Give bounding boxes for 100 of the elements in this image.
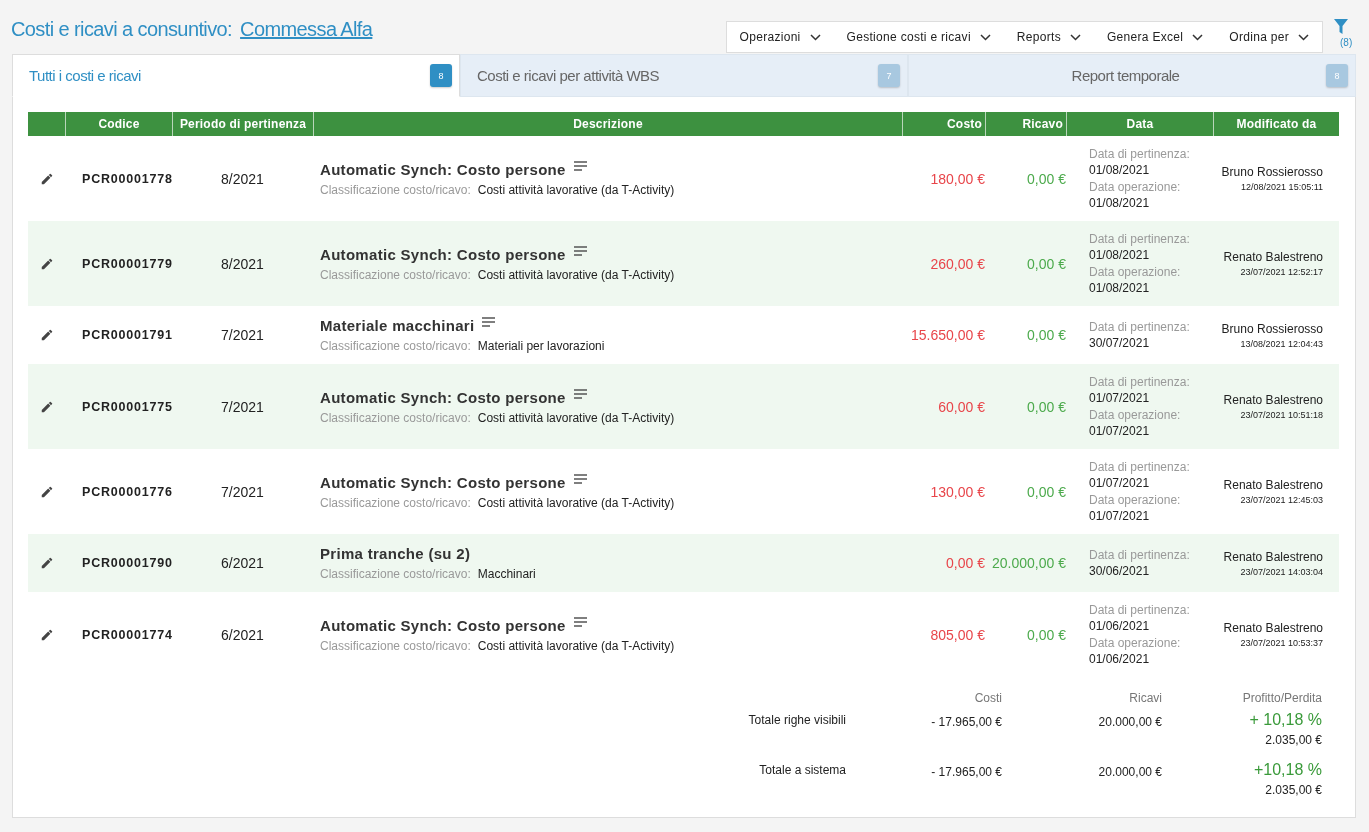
notes-icon[interactable] bbox=[573, 616, 587, 628]
column-header: Costo bbox=[902, 112, 985, 136]
totals-heading: Costi bbox=[973, 691, 1002, 705]
date-label: Data operazione: bbox=[1089, 408, 1181, 422]
chevron-down-icon bbox=[809, 33, 821, 41]
classification-value: Costi attività lavorative (da T-Activity) bbox=[477, 182, 675, 197]
user-name: Renato Balestreno bbox=[1223, 478, 1323, 492]
classification-value: Costi attività lavorative (da T-Activity) bbox=[477, 410, 675, 425]
date-value: 30/06/2021 bbox=[1089, 564, 1150, 578]
code-cell: PCR00001779 bbox=[65, 221, 172, 306]
period-cell: 7/2021 bbox=[172, 364, 313, 449]
chevron-down-icon bbox=[1192, 33, 1204, 41]
column-header: Modificato da bbox=[1213, 112, 1339, 136]
edit-column-header bbox=[28, 112, 65, 136]
menu-button[interactable]: Operazioni bbox=[726, 22, 834, 52]
description-title: Automatic Synch: Costo persone bbox=[320, 616, 566, 634]
date-value: 01/07/2021 bbox=[1089, 476, 1150, 490]
total-costs: - 17.965,00 € bbox=[930, 714, 1002, 731]
date-label: Data di pertinenza: bbox=[1089, 603, 1190, 617]
revenue-cell: 0,00 € bbox=[985, 364, 1066, 449]
profit-percent: +10,18 % bbox=[1252, 761, 1322, 779]
pencil-icon[interactable] bbox=[39, 399, 54, 414]
user-name: Bruno Rossierosso bbox=[1221, 165, 1323, 179]
modified-timestamp: 23/07/2021 14:03:04 bbox=[1240, 566, 1323, 577]
date-value: 01/08/2021 bbox=[1089, 196, 1150, 210]
revenue-cell: 20.000,00 € bbox=[985, 534, 1066, 592]
profit-amount: 2.035,00 € bbox=[1264, 782, 1322, 797]
classification-label: Classificazione costo/ricavo: bbox=[320, 339, 471, 353]
date-label: Data operazione: bbox=[1089, 636, 1181, 650]
cost-cell: 0,00 € bbox=[902, 534, 985, 592]
menu-button[interactable]: Ordina per bbox=[1216, 22, 1322, 52]
description-title: Materiale macchinari bbox=[320, 317, 475, 334]
menu-button[interactable]: Genera Excel bbox=[1094, 22, 1217, 52]
tab[interactable]: Tutti i costi e ricavi 8 bbox=[12, 54, 460, 97]
column-header: Ricavo bbox=[985, 112, 1066, 136]
date-label: Data di pertinenza: bbox=[1089, 548, 1190, 562]
modified-timestamp: 23/07/2021 10:53:37 bbox=[1240, 638, 1323, 648]
user-name: Renato Balestreno bbox=[1223, 250, 1323, 264]
pencil-icon[interactable] bbox=[39, 627, 54, 642]
totals-heading: Profitto/Perdita bbox=[1241, 691, 1322, 705]
chevron-down-icon bbox=[1298, 33, 1309, 41]
description-title: Automatic Synch: Costo persone bbox=[320, 160, 566, 178]
user-name: Renato Balestreno bbox=[1223, 393, 1323, 407]
totals-label: Totale a sistema bbox=[758, 762, 846, 779]
classification-value: Materiali per lavorazioni bbox=[477, 339, 605, 353]
date-value: 30/07/2021 bbox=[1089, 336, 1150, 350]
date-label: Data operazione: bbox=[1089, 265, 1181, 279]
notes-icon[interactable] bbox=[573, 160, 587, 172]
date-value: 01/06/2021 bbox=[1089, 652, 1150, 666]
user-name: Bruno Rossierosso bbox=[1221, 321, 1323, 336]
classification-label: Classificazione costo/ricavo: bbox=[320, 567, 471, 581]
pencil-icon[interactable] bbox=[39, 171, 54, 186]
date-value: 01/08/2021 bbox=[1089, 163, 1150, 177]
notes-icon[interactable] bbox=[573, 245, 587, 257]
user-name: Renato Balestreno bbox=[1223, 621, 1323, 635]
user-name: Renato Balestreno bbox=[1223, 549, 1323, 564]
pencil-icon[interactable] bbox=[39, 556, 54, 570]
date-label: Data operazione: bbox=[1089, 493, 1181, 507]
tab[interactable]: Costi e ricavi per attività WBS 7 bbox=[460, 54, 908, 97]
classification-label: Classificazione costo/ricavo: bbox=[320, 410, 471, 425]
period-cell: 8/2021 bbox=[172, 221, 313, 306]
code-cell: PCR00001775 bbox=[65, 364, 172, 449]
description-title: Automatic Synch: Costo persone bbox=[320, 473, 566, 491]
date-value: 01/07/2021 bbox=[1089, 424, 1150, 438]
menu-button[interactable]: Gestione costi e ricavi bbox=[833, 22, 1004, 52]
notes-icon[interactable] bbox=[573, 473, 587, 485]
filter-icon[interactable] bbox=[1334, 19, 1348, 34]
tab[interactable]: Report temporale 8 bbox=[908, 54, 1356, 97]
modified-timestamp: 23/07/2021 10:51:18 bbox=[1240, 410, 1323, 420]
profit-amount: 2.035,00 € bbox=[1264, 732, 1322, 747]
pencil-icon[interactable] bbox=[39, 328, 54, 342]
date-value: 01/08/2021 bbox=[1089, 281, 1150, 295]
date-value: 01/07/2021 bbox=[1089, 509, 1150, 523]
modified-timestamp: 12/08/2021 15:05:11 bbox=[1241, 182, 1323, 192]
pencil-icon[interactable] bbox=[39, 256, 54, 271]
classification-value: Costi attività lavorative (da T-Activity) bbox=[477, 638, 675, 653]
classification-label: Classificazione costo/ricavo: bbox=[320, 267, 471, 282]
date-value: 01/06/2021 bbox=[1089, 619, 1150, 633]
notes-icon[interactable] bbox=[482, 317, 496, 328]
notes-icon[interactable] bbox=[573, 388, 587, 400]
column-header: Data bbox=[1066, 112, 1213, 136]
cost-cell: 60,00 € bbox=[902, 364, 985, 449]
period-cell: 6/2021 bbox=[172, 534, 313, 592]
description-title: Automatic Synch: Costo persone bbox=[320, 245, 566, 263]
total-costs: - 17.965,00 € bbox=[930, 764, 1002, 781]
date-value: 01/07/2021 bbox=[1089, 391, 1150, 405]
chevron-down-icon bbox=[979, 33, 991, 41]
menu-button[interactable]: Reports bbox=[1003, 22, 1094, 52]
pencil-icon[interactable] bbox=[39, 484, 54, 499]
page-title: Costi e ricavi a consuntivo: bbox=[11, 18, 233, 41]
cost-cell: 260,00 € bbox=[902, 221, 985, 306]
date-label: Data di pertinenza: bbox=[1089, 232, 1190, 246]
filter-count: (8) bbox=[1340, 37, 1353, 48]
column-header: Descrizione bbox=[313, 112, 902, 136]
classification-label: Classificazione costo/ricavo: bbox=[320, 495, 471, 510]
count-badge: 8 bbox=[1326, 64, 1348, 87]
profit-percent: + 10,18 % bbox=[1248, 711, 1322, 729]
revenue-cell: 0,00 € bbox=[985, 221, 1066, 306]
column-header: Periodo di pertinenza bbox=[172, 112, 313, 136]
date-label: Data di pertinenza: bbox=[1089, 320, 1190, 334]
